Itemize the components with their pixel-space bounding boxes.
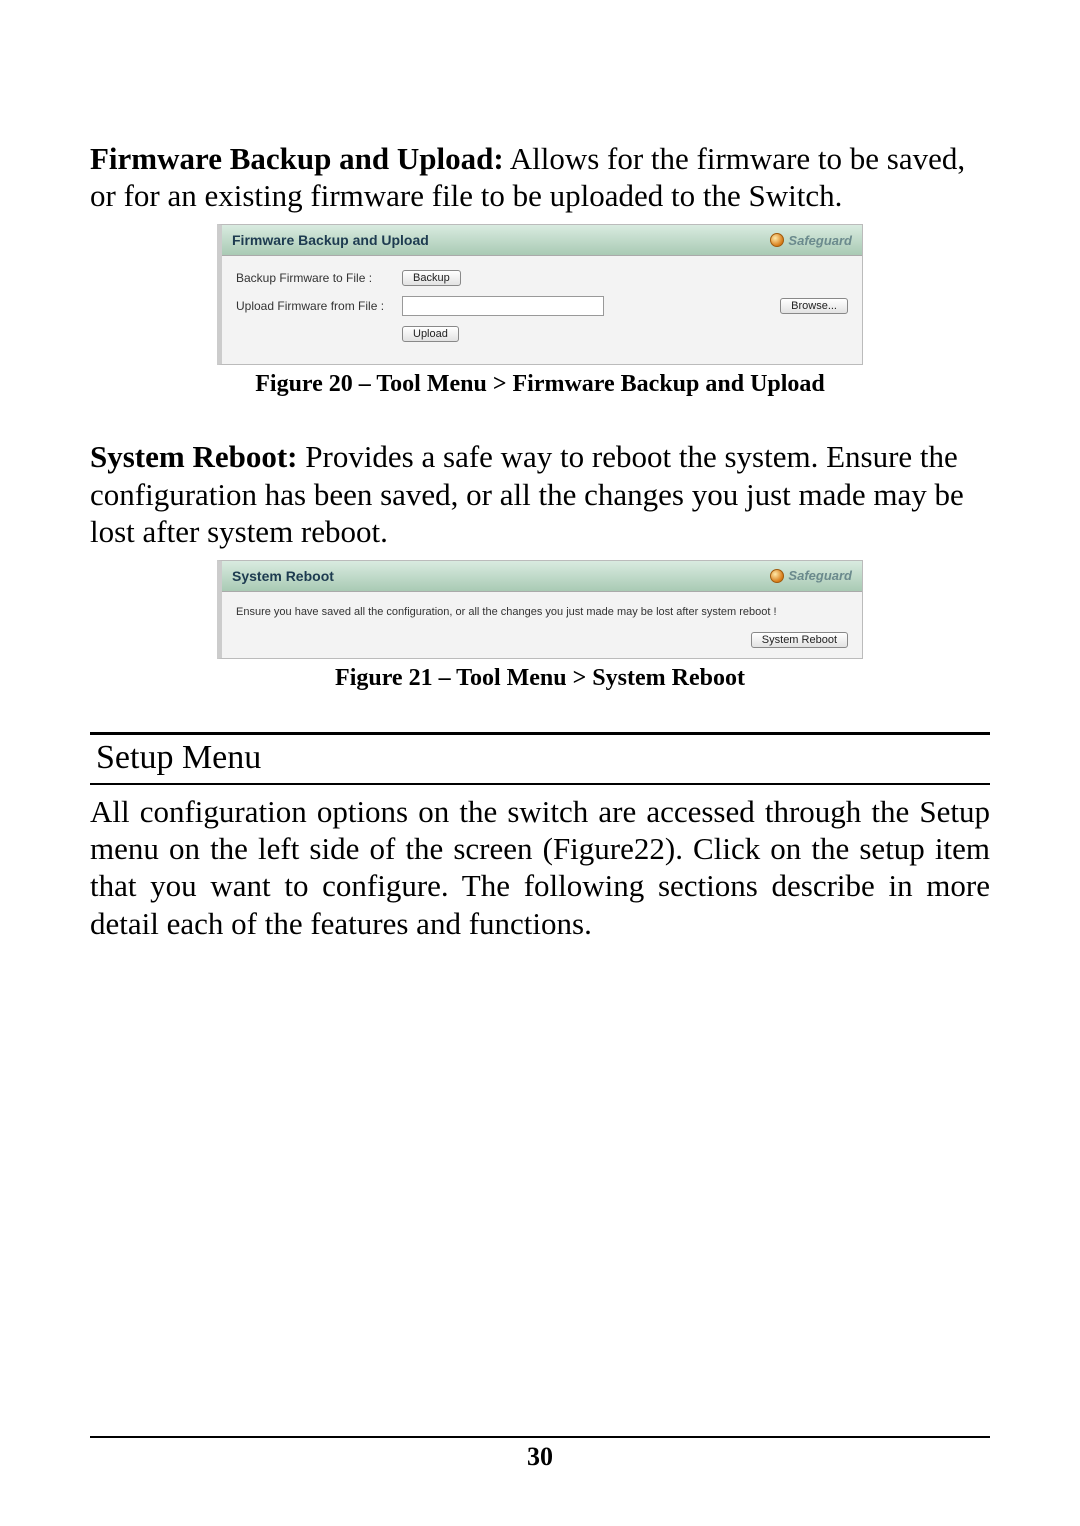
system-reboot-warning: Ensure you have saved all the configurat… [236, 606, 848, 618]
firmware-panel-body: Backup Firmware to File : Backup Upload … [222, 256, 862, 364]
system-reboot-button-row: System Reboot [236, 630, 848, 648]
setup-menu-heading: Setup Menu [96, 739, 261, 776]
upload-row: Upload Firmware from File : Browse... [236, 296, 848, 316]
firmware-panel: Firmware Backup and Upload Safeguard Bac… [217, 224, 863, 365]
system-reboot-panel-title: System Reboot [232, 568, 334, 584]
system-reboot-button[interactable]: System Reboot [751, 632, 848, 648]
safeguard-text-2: Safeguard [788, 568, 852, 583]
firmware-screenshot: Firmware Backup and Upload Safeguard Bac… [90, 224, 990, 365]
document-page: Firmware Backup and Upload: Allows for t… [0, 0, 1080, 1526]
upload-label: Upload Firmware from File : [236, 299, 386, 313]
figure-21-caption: Figure 21 – Tool Menu > System Reboot [90, 665, 990, 692]
system-reboot-lead: System Reboot: [90, 439, 298, 474]
system-reboot-body: Ensure you have saved all the configurat… [222, 592, 862, 658]
upload-file-field[interactable] [402, 296, 604, 316]
setup-menu-description: All configuration options on the switch … [90, 793, 990, 942]
safeguard-badge-2: Safeguard [770, 568, 852, 583]
page-footer: 30 [90, 1436, 990, 1472]
firmware-panel-header: Firmware Backup and Upload Safeguard [222, 225, 862, 256]
safeguard-badge: Safeguard [770, 233, 852, 248]
backup-row: Backup Firmware to File : Backup [236, 270, 848, 286]
upload-action-row: Upload [402, 326, 848, 342]
safeguard-orb-icon-2 [770, 569, 784, 583]
backup-button[interactable]: Backup [402, 270, 461, 286]
firmware-panel-title: Firmware Backup and Upload [232, 232, 429, 248]
system-reboot-screenshot: System Reboot Safeguard Ensure you have … [90, 560, 990, 659]
browse-button[interactable]: Browse... [780, 298, 848, 314]
firmware-backup-description: Firmware Backup and Upload: Allows for t… [90, 140, 990, 214]
safeguard-orb-icon [770, 233, 784, 247]
backup-label: Backup Firmware to File : [236, 271, 386, 285]
safeguard-text: Safeguard [788, 233, 852, 248]
upload-button[interactable]: Upload [402, 326, 459, 342]
system-reboot-panel: System Reboot Safeguard Ensure you have … [217, 560, 863, 659]
firmware-backup-lead: Firmware Backup and Upload: [90, 141, 504, 176]
figure-20-caption: Figure 20 – Tool Menu > Firmware Backup … [90, 371, 990, 398]
setup-menu-heading-box: Setup Menu [90, 732, 990, 785]
system-reboot-description: System Reboot: Provides a safe way to re… [90, 438, 990, 550]
page-number: 30 [527, 1442, 553, 1471]
system-reboot-panel-header: System Reboot Safeguard [222, 561, 862, 592]
